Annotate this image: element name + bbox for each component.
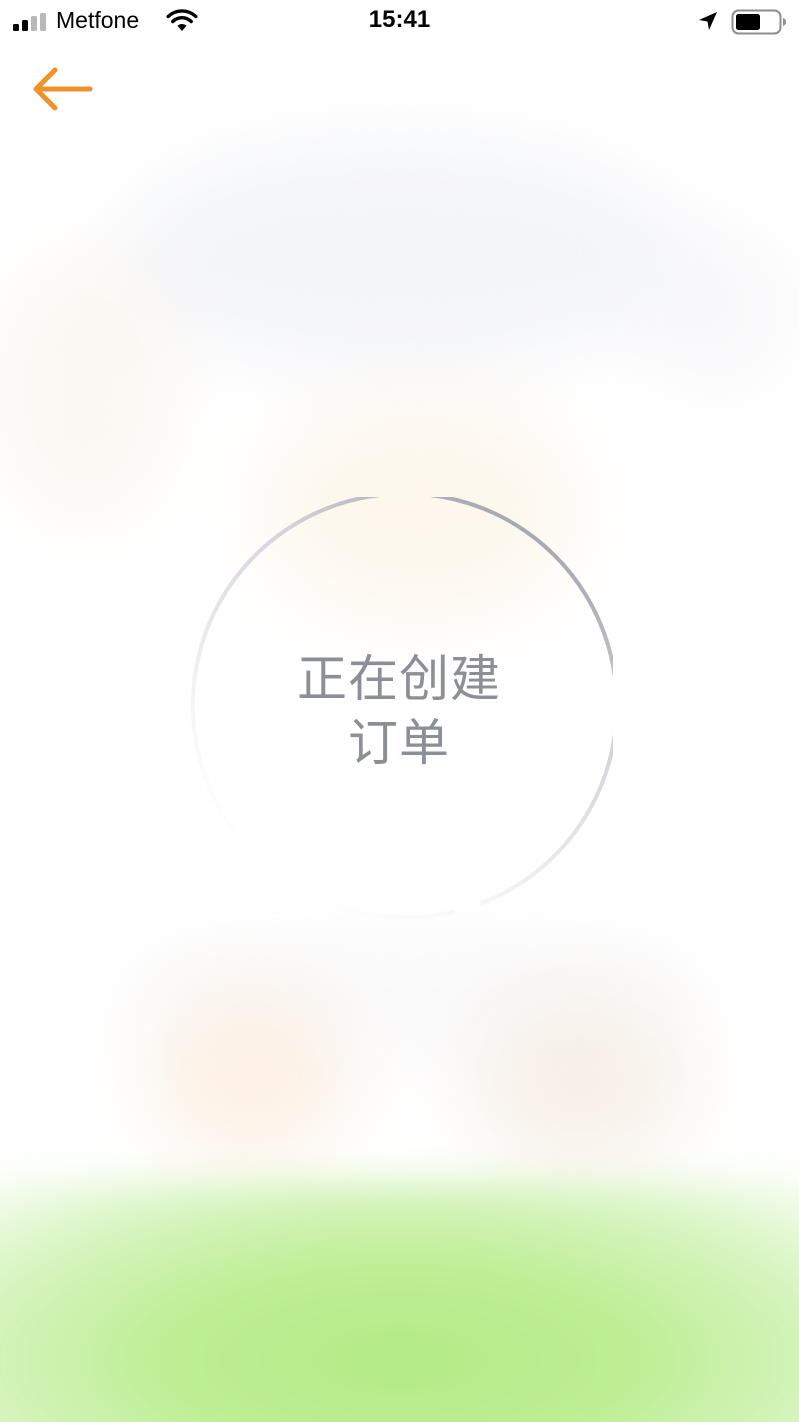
clock: 15:41 (368, 6, 431, 33)
loading-message-line2: 订单 (348, 714, 450, 772)
loading-message: 正在创建 订单 (185, 497, 613, 925)
blurred-background-shape (470, 990, 690, 1170)
order-creating-screen: Metfone 15:41 正在创建 订单 (0, 0, 799, 1422)
blurred-background-shape (0, 260, 170, 520)
battery-icon (731, 9, 786, 35)
blurred-background-shape (640, 230, 790, 390)
arrow-left-icon (33, 67, 93, 111)
loading-message-line1: 正在创建 (297, 650, 501, 708)
location-icon (699, 12, 717, 30)
back-button[interactable] (28, 62, 98, 116)
status-bar: Metfone 15:41 (0, 0, 799, 44)
loading-spinner: 正在创建 订单 (185, 497, 613, 925)
blurred-bottom-bar (0, 1180, 799, 1422)
blurred-background-shape (150, 990, 350, 1160)
blurred-background-shape (120, 140, 680, 370)
